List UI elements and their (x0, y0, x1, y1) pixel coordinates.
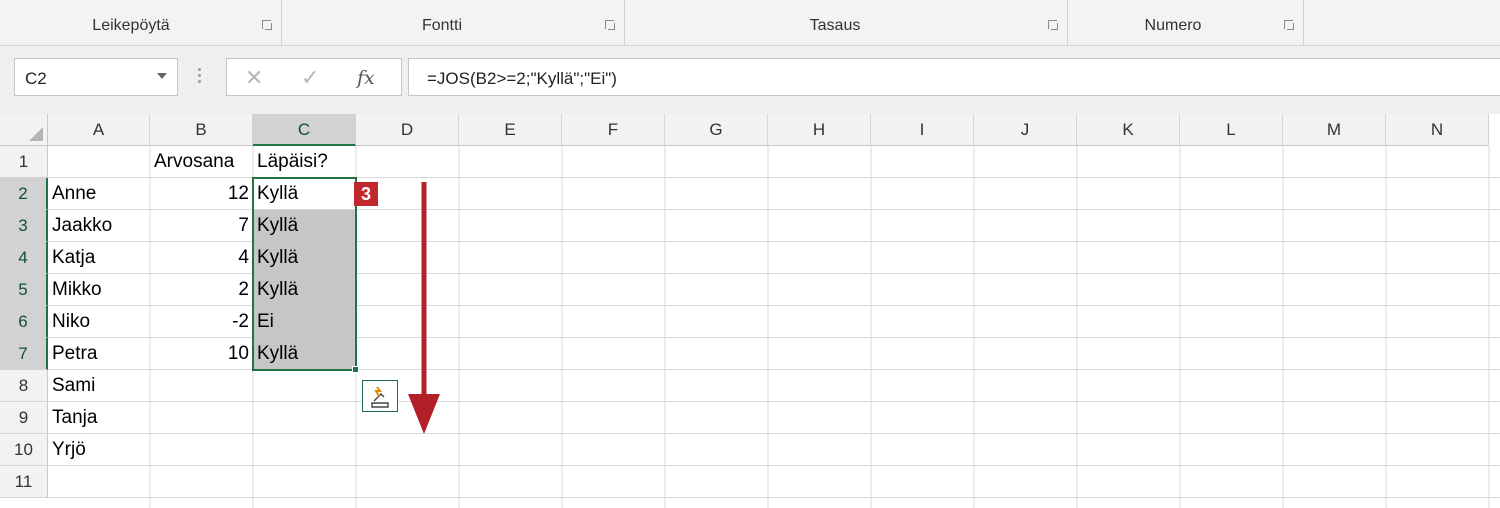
dialog-launcher-icon[interactable] (1047, 19, 1059, 31)
cell-b6[interactable]: -2 (150, 306, 253, 338)
dialog-launcher-icon[interactable] (261, 19, 273, 31)
row-header-10[interactable]: 10 (0, 434, 48, 466)
ribbon-group-alignment: Tasaus (625, 0, 1068, 46)
column-header-i[interactable]: I (871, 114, 974, 146)
column-header-h[interactable]: H (768, 114, 871, 146)
formula-bar-area: C2 ✕ ✓ fx =JOS(B2>=2;"Kyllä";"Ei") (0, 46, 1500, 114)
cell-a2[interactable]: Anne (48, 178, 150, 210)
auto-fill-options-icon[interactable] (362, 380, 398, 412)
row-header-7[interactable]: 7 (0, 338, 48, 370)
cell-a6[interactable]: Niko (48, 306, 150, 338)
row-header-9[interactable]: 9 (0, 402, 48, 434)
cell-c6[interactable]: Ei (253, 306, 356, 338)
cell-b4[interactable]: 4 (150, 242, 253, 274)
formula-text: =JOS(B2>=2;"Kyllä";"Ei") (427, 69, 617, 88)
ribbon-group-clipboard: Leikepöytä (0, 0, 282, 46)
ribbon-group-number: Numero (1068, 0, 1304, 46)
cell-c5[interactable]: Kyllä (253, 274, 356, 306)
name-box[interactable]: C2 (14, 58, 178, 96)
column-header-d[interactable]: D (356, 114, 459, 146)
column-header-b[interactable]: B (150, 114, 253, 146)
row-header-5[interactable]: 5 (0, 274, 48, 306)
cell-b7[interactable]: 10 (150, 338, 253, 370)
down-arrow-icon (408, 182, 440, 434)
cell-a9[interactable]: Tanja (48, 402, 150, 434)
column-header-a[interactable]: A (48, 114, 150, 146)
column-header-g[interactable]: G (665, 114, 768, 146)
column-header-k[interactable]: K (1077, 114, 1180, 146)
row-header-4[interactable]: 4 (0, 242, 48, 274)
cell-c7[interactable]: Kyllä (253, 338, 356, 370)
insert-function-icon[interactable]: fx (357, 67, 375, 89)
cell-a8[interactable]: Sami (48, 370, 150, 402)
row-header-1[interactable]: 1 (0, 146, 48, 178)
cell-a4[interactable]: Katja (48, 242, 150, 274)
column-header-m[interactable]: M (1283, 114, 1386, 146)
column-header-n[interactable]: N (1386, 114, 1489, 146)
cell-b3[interactable]: 7 (150, 210, 253, 242)
ribbon-group-label: Fontti (421, 17, 462, 34)
ribbon-group-label: Numero (1144, 17, 1202, 34)
cell-b5[interactable]: 2 (150, 274, 253, 306)
cancel-icon[interactable]: ✕ (245, 65, 263, 91)
row-header-11[interactable]: 11 (0, 466, 48, 498)
chevron-down-icon[interactable] (157, 73, 167, 79)
select-all-corner[interactable] (0, 114, 48, 146)
column-header-e[interactable]: E (459, 114, 562, 146)
ribbon-group-label: Tasaus (809, 17, 861, 34)
cell-b2[interactable]: 12 (150, 178, 253, 210)
cell-c2[interactable]: Kyllä (253, 178, 356, 210)
column-header-l[interactable]: L (1180, 114, 1283, 146)
cell-c3[interactable]: Kyllä (253, 210, 356, 242)
spreadsheet-grid[interactable]: ABCDEFGHIJKLMN 1 2 3 4 5 6 7 8 9 10 11 Arvosana Läp… (0, 114, 1500, 508)
cell-a5[interactable]: Mikko (48, 274, 150, 306)
formula-input[interactable]: =JOS(B2>=2;"Kyllä";"Ei") (408, 58, 1500, 96)
column-header-c[interactable]: C (253, 114, 356, 146)
cell-a3[interactable]: Jaakko (48, 210, 150, 242)
dialog-launcher-icon[interactable] (604, 19, 616, 31)
row-header-6[interactable]: 6 (0, 306, 48, 338)
formula-buttons: ✕ ✓ fx (226, 58, 402, 96)
cell-a10[interactable]: Yrjö (48, 434, 150, 466)
enter-icon[interactable]: ✓ (301, 65, 319, 91)
name-box-value: C2 (25, 69, 47, 88)
row-header-8[interactable]: 8 (0, 370, 48, 402)
step-callout-badge: 3 (354, 182, 378, 206)
column-header-f[interactable]: F (562, 114, 665, 146)
fill-handle[interactable] (352, 366, 359, 373)
cell-c1[interactable]: Läpäisi? (253, 146, 356, 178)
row-header-2[interactable]: 2 (0, 178, 48, 210)
cell-a7[interactable]: Petra (48, 338, 150, 370)
cell-b1[interactable]: Arvosana (150, 146, 253, 178)
ribbon-group-labels: Leikepöytä Fontti Tasaus Numero (0, 0, 1500, 46)
cell-c4[interactable]: Kyllä (253, 242, 356, 274)
row-header-3[interactable]: 3 (0, 210, 48, 242)
dialog-launcher-icon[interactable] (1283, 19, 1295, 31)
ribbon-group-font: Fontti (282, 0, 625, 46)
column-header-j[interactable]: J (974, 114, 1077, 146)
drag-handle-icon[interactable] (196, 66, 202, 88)
ribbon-group-label: Leikepöytä (92, 17, 170, 34)
